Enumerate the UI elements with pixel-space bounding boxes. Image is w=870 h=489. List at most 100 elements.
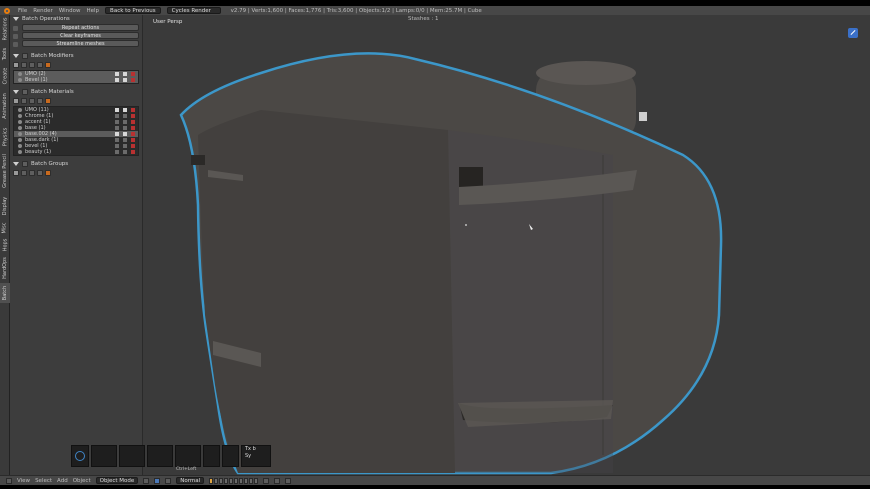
delete-icon[interactable] bbox=[131, 126, 135, 130]
panel-batch-materials[interactable]: Batch Materials bbox=[10, 88, 142, 96]
thumb-active[interactable] bbox=[71, 445, 89, 467]
manipulator-icon[interactable] bbox=[165, 477, 172, 484]
delete-icon[interactable] bbox=[131, 144, 135, 148]
tab-hardops[interactable]: HardOps bbox=[0, 255, 10, 281]
tab-hops[interactable]: Hops bbox=[0, 237, 10, 253]
shading-icon[interactable] bbox=[143, 477, 150, 484]
lock-icon[interactable] bbox=[263, 477, 270, 484]
remove-icon[interactable] bbox=[21, 62, 27, 68]
add-icon[interactable] bbox=[13, 170, 19, 176]
collapse-triangle-icon bbox=[13, 162, 19, 166]
panel-batch-modifiers[interactable]: Batch Modifiers bbox=[10, 52, 142, 60]
tab-misc[interactable]: Misc bbox=[0, 221, 10, 235]
menu-window[interactable]: Window bbox=[59, 8, 81, 14]
delete-icon[interactable] bbox=[131, 114, 135, 118]
delete-icon[interactable] bbox=[131, 120, 135, 124]
menu-select[interactable]: Select bbox=[35, 478, 52, 484]
filter-icon[interactable] bbox=[37, 98, 43, 104]
clear-keyframes-button[interactable]: Clear keyframes bbox=[22, 32, 139, 39]
move-icon[interactable] bbox=[29, 98, 35, 104]
tab-physics[interactable]: Physics bbox=[0, 125, 10, 149]
panel-batch-groups[interactable]: Batch Groups bbox=[10, 160, 142, 168]
remove-icon[interactable] bbox=[21, 98, 27, 104]
thumb-item[interactable] bbox=[147, 445, 173, 467]
settings-icon[interactable] bbox=[45, 98, 51, 104]
material-toolbar bbox=[10, 96, 142, 105]
stash-counter: Stashes : 1 bbox=[408, 16, 439, 22]
visibility-toggle[interactable] bbox=[115, 150, 119, 154]
render-toggle[interactable] bbox=[123, 78, 127, 82]
delete-icon[interactable] bbox=[131, 72, 135, 76]
thumb-text[interactable]: Tx b Sy bbox=[241, 445, 271, 467]
render-toggle[interactable] bbox=[123, 126, 127, 130]
snap-icon[interactable] bbox=[274, 477, 281, 484]
repeat-actions-button[interactable]: Repeat actions bbox=[22, 24, 139, 31]
thumb-item[interactable] bbox=[119, 445, 145, 467]
panel-batch-operations[interactable]: Batch Operations bbox=[10, 15, 142, 23]
tab-batch[interactable]: Batch bbox=[0, 283, 10, 303]
blender-logo-icon[interactable] bbox=[4, 7, 12, 14]
visibility-toggle[interactable] bbox=[115, 120, 119, 124]
tab-grease-pencil[interactable]: Grease Pencil bbox=[0, 151, 10, 191]
render-toggle[interactable] bbox=[123, 114, 127, 118]
move-icon[interactable] bbox=[29, 170, 35, 176]
thumb-item[interactable] bbox=[175, 445, 201, 467]
menu-object[interactable]: Object bbox=[73, 478, 91, 484]
move-icon[interactable] bbox=[29, 62, 35, 68]
delete-icon[interactable] bbox=[131, 108, 135, 112]
streamline-meshes-button[interactable]: Streamline meshes bbox=[22, 40, 139, 47]
thumb-item[interactable] bbox=[203, 445, 220, 467]
menu-help[interactable]: Help bbox=[87, 8, 100, 14]
tab-tools[interactable]: Tools bbox=[0, 45, 10, 63]
tab-display[interactable]: Display bbox=[0, 193, 10, 219]
split-area-corner-icon[interactable] bbox=[848, 28, 858, 38]
render-toggle[interactable] bbox=[123, 150, 127, 154]
delete-icon[interactable] bbox=[131, 150, 135, 154]
orientation-select[interactable]: Normal bbox=[176, 477, 205, 484]
render-toggle[interactable] bbox=[123, 132, 127, 136]
render-engine-select[interactable]: Cycles Render bbox=[166, 7, 221, 14]
filter-icon[interactable] bbox=[37, 62, 43, 68]
visibility-toggle[interactable] bbox=[115, 138, 119, 142]
add-icon[interactable] bbox=[13, 62, 19, 68]
add-icon[interactable] bbox=[13, 98, 19, 104]
tab-relations[interactable]: Relations bbox=[0, 15, 10, 43]
visibility-toggle[interactable] bbox=[115, 132, 119, 136]
visibility-toggle[interactable] bbox=[115, 144, 119, 148]
selected-mesh-object[interactable] bbox=[143, 15, 870, 475]
filter-icon[interactable] bbox=[37, 170, 43, 176]
menu-view[interactable]: View bbox=[17, 478, 30, 484]
visibility-toggle[interactable] bbox=[115, 108, 119, 112]
thumb-item[interactable] bbox=[222, 445, 239, 467]
thumb-item[interactable] bbox=[91, 445, 117, 467]
menu-render[interactable]: Render bbox=[33, 8, 53, 14]
visibility-toggle[interactable] bbox=[115, 72, 119, 76]
visibility-toggle[interactable] bbox=[115, 114, 119, 118]
visibility-toggle[interactable] bbox=[115, 78, 119, 82]
list-item[interactable]: Bevel (1) bbox=[14, 77, 138, 83]
render-toggle[interactable] bbox=[123, 108, 127, 112]
render-toggle[interactable] bbox=[123, 144, 127, 148]
tab-create[interactable]: Create bbox=[0, 65, 10, 87]
list-item[interactable]: beauty (1) bbox=[14, 149, 138, 155]
3d-viewport[interactable]: User Persp Stashes : 1 bbox=[143, 15, 870, 475]
render-toggle[interactable] bbox=[123, 72, 127, 76]
settings-icon[interactable] bbox=[45, 170, 51, 176]
settings-icon[interactable] bbox=[45, 62, 51, 68]
delete-icon[interactable] bbox=[131, 138, 135, 142]
mode-select[interactable]: Object Mode bbox=[95, 477, 139, 484]
render-toggle[interactable] bbox=[123, 138, 127, 142]
menu-file[interactable]: File bbox=[18, 8, 27, 14]
layer-buttons[interactable] bbox=[209, 477, 259, 484]
back-to-previous-button[interactable]: Back to Previous bbox=[105, 7, 161, 14]
tab-animation[interactable]: Animation bbox=[0, 89, 10, 123]
editor-type-icon[interactable] bbox=[6, 477, 12, 484]
delete-icon[interactable] bbox=[131, 132, 135, 136]
render-preview-icon[interactable] bbox=[285, 477, 292, 484]
remove-icon[interactable] bbox=[21, 170, 27, 176]
menu-add[interactable]: Add bbox=[57, 478, 68, 484]
delete-icon[interactable] bbox=[131, 78, 135, 82]
render-toggle[interactable] bbox=[123, 120, 127, 124]
pivot-icon[interactable] bbox=[154, 477, 161, 484]
visibility-toggle[interactable] bbox=[115, 126, 119, 130]
